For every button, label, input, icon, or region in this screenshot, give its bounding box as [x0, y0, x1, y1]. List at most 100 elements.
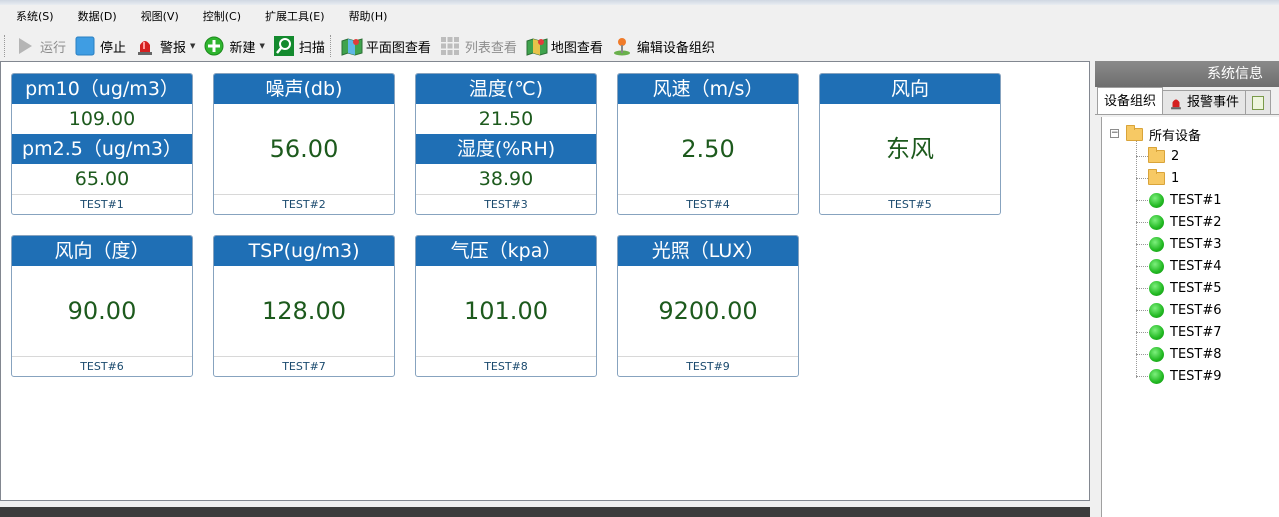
stop-icon — [75, 36, 95, 56]
scan-label: 扫描 — [298, 40, 325, 56]
tree-branch-line — [1136, 244, 1148, 245]
online-status-icon — [1149, 280, 1164, 296]
card-value: 109.00 — [68, 108, 136, 130]
play-icon — [15, 36, 35, 56]
menu-system[interactable]: 系统(S) — [4, 5, 66, 29]
alarm-button[interactable]: 警报 ▼ — [131, 33, 200, 59]
tree-device-label: TEST#3 — [1170, 236, 1222, 252]
tree-device[interactable]: TEST#5 — [1102, 277, 1279, 299]
tree-device[interactable]: TEST#4 — [1102, 255, 1279, 277]
online-status-icon — [1149, 368, 1164, 384]
sensor-card[interactable]: pm10（ug/m3） 109.00 pm2.5（ug/m3） 65.00 TE… — [11, 73, 193, 215]
tree-device[interactable]: TEST#1 — [1102, 189, 1279, 211]
tab-log[interactable] — [1245, 90, 1272, 114]
card-device-label: TEST#6 — [12, 356, 192, 376]
card-device-label: TEST#5 — [820, 194, 1000, 214]
map-view-label: 地图查看 — [550, 40, 603, 56]
location-pin-icon — [612, 36, 632, 56]
card-device-label: TEST#8 — [416, 356, 596, 376]
collapse-icon[interactable]: − — [1110, 129, 1119, 138]
card-title: 风速（m/s） — [618, 74, 798, 104]
card-title: TSP(ug/m3) — [214, 236, 394, 266]
tree-device[interactable]: TEST#7 — [1102, 321, 1279, 343]
toolbar: 运行 停止 警报 ▼ 新建 ▼ 扫描 平面图查看 列表查看 地图查看 编辑设备组… — [0, 30, 1279, 62]
chevron-down-icon[interactable]: ▼ — [259, 42, 264, 50]
online-status-icon — [1149, 258, 1164, 274]
map-icon — [341, 36, 363, 56]
map-view-button[interactable]: 地图查看 — [522, 33, 608, 59]
sensor-card[interactable]: 温度(℃) 21.50 湿度(%RH) 38.90 TEST#3 — [415, 73, 597, 215]
list-view-label: 列表查看 — [464, 40, 517, 56]
tree-device[interactable]: TEST#3 — [1102, 233, 1279, 255]
folder-icon — [1126, 124, 1143, 141]
sensor-card[interactable]: 光照（LUX） 9200.00 TEST#9 — [617, 235, 799, 377]
plus-icon — [204, 36, 224, 56]
menu-view[interactable]: 视图(V) — [129, 5, 191, 29]
panel-title: 系统信息 — [1095, 61, 1279, 87]
online-status-icon — [1149, 324, 1164, 340]
tree-device-label: TEST#7 — [1170, 324, 1222, 340]
menu-bar: 系统(S) 数据(D) 视图(V) 控制(C) 扩展工具(E) 帮助(H) — [0, 5, 1279, 29]
online-status-icon — [1149, 302, 1164, 318]
sensor-card[interactable]: 风向 东风 TEST#5 — [819, 73, 1001, 215]
list-view-button[interactable]: 列表查看 — [436, 33, 522, 59]
tree-branch-line — [1136, 222, 1148, 223]
new-label: 新建 — [229, 40, 256, 56]
tree-device-label: TEST#8 — [1170, 346, 1222, 362]
toolbar-grip[interactable] — [4, 35, 7, 57]
alarm-label: 警报 — [160, 40, 187, 56]
tree-device[interactable]: TEST#8 — [1102, 343, 1279, 365]
card-title: pm2.5（ug/m3） — [12, 134, 192, 164]
sensor-card[interactable]: 气压（kpa） 101.00 TEST#8 — [415, 235, 597, 377]
sensor-dashboard: pm10（ug/m3） 109.00 pm2.5（ug/m3） 65.00 TE… — [0, 61, 1090, 501]
card-value: 90.00 — [67, 297, 137, 325]
list-icon — [1252, 95, 1265, 110]
card-title: 温度(℃) — [416, 74, 596, 104]
menu-help[interactable]: 帮助(H) — [337, 5, 400, 29]
sensor-card[interactable]: TSP(ug/m3) 128.00 TEST#7 — [213, 235, 395, 377]
online-status-icon — [1149, 192, 1164, 208]
tree-device[interactable]: TEST#6 — [1102, 299, 1279, 321]
toolbar-separator — [329, 35, 333, 57]
tree-branch-line — [1136, 200, 1148, 201]
tree-device[interactable]: TEST#9 — [1102, 365, 1279, 387]
tree-branch-line — [1136, 266, 1148, 267]
sensor-card[interactable]: 噪声(db) 56.00 TEST#2 — [213, 73, 395, 215]
online-status-icon — [1149, 214, 1164, 230]
stop-button[interactable]: 停止 — [71, 33, 131, 59]
tree-root-label: 所有设备 — [1149, 128, 1202, 144]
run-button[interactable]: 运行 — [11, 33, 71, 59]
chevron-down-icon[interactable]: ▼ — [190, 42, 195, 50]
tree-root[interactable]: − 所有设备 — [1102, 123, 1279, 145]
menu-data[interactable]: 数据(D) — [66, 5, 129, 29]
card-title: 湿度(%RH) — [416, 134, 596, 164]
tab-device-organization[interactable]: 设备组织 — [1097, 87, 1164, 114]
card-device-label: TEST#4 — [618, 194, 798, 214]
menu-extensions[interactable]: 扩展工具(E) — [253, 5, 337, 29]
card-value: 2.50 — [681, 135, 735, 163]
sensor-card[interactable]: 风速（m/s） 2.50 TEST#4 — [617, 73, 799, 215]
card-value: 65.00 — [74, 168, 130, 190]
plan-view-label: 平面图查看 — [365, 40, 431, 56]
card-value: 21.50 — [478, 108, 534, 130]
tab-alarm-events[interactable]: 报警事件 — [1162, 90, 1247, 114]
magnifier-icon — [273, 36, 294, 56]
new-button[interactable]: 新建 ▼ — [200, 33, 269, 59]
card-value: 128.00 — [262, 297, 346, 325]
folder-icon — [1148, 146, 1165, 163]
plan-view-button[interactable]: 平面图查看 — [337, 33, 436, 59]
edit-org-button[interactable]: 编辑设备组织 — [608, 33, 720, 59]
menu-control[interactable]: 控制(C) — [191, 5, 253, 29]
sensor-card[interactable]: 风向（度） 90.00 TEST#6 — [11, 235, 193, 377]
card-value: 9200.00 — [658, 297, 758, 325]
device-tree: − 所有设备 2 1 TEST#1 TEST#2 TEST#3 TEST#4 T… — [1101, 117, 1279, 517]
tree-folder[interactable]: 1 — [1102, 167, 1279, 189]
siren-icon — [1169, 96, 1183, 110]
card-title: 噪声(db) — [214, 74, 394, 104]
tree-device[interactable]: TEST#2 — [1102, 211, 1279, 233]
scan-button[interactable]: 扫描 — [270, 33, 330, 59]
tree-branch-line — [1136, 376, 1148, 377]
card-title: 风向（度） — [12, 236, 192, 266]
tree-device-label: TEST#2 — [1170, 214, 1222, 230]
tree-folder[interactable]: 2 — [1102, 145, 1279, 167]
